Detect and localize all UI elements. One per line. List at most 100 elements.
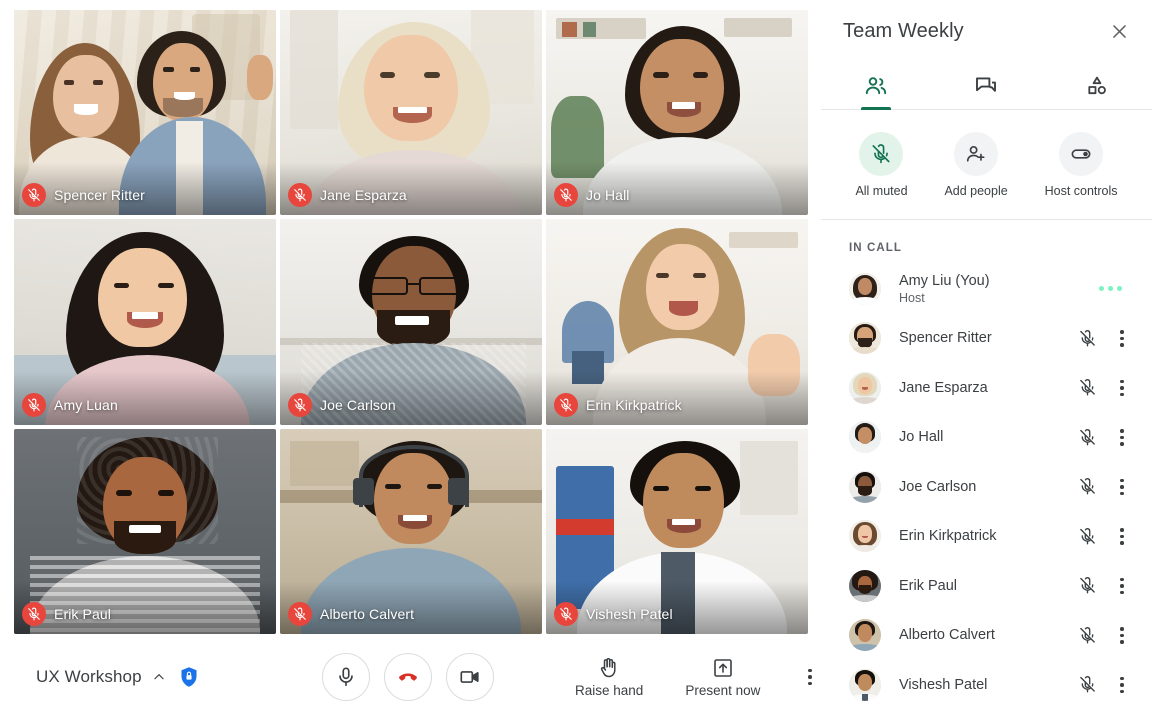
participant-name: Alberto Calvert xyxy=(899,627,995,644)
video-tile[interactable]: Erin Kirkpatrick xyxy=(546,219,808,425)
list-item[interactable]: Joe Carlson xyxy=(821,462,1152,512)
side-panel: Team Weekly All muted Add people Host co… xyxy=(820,0,1152,720)
participant-menu-button[interactable] xyxy=(1110,627,1134,644)
video-tile[interactable]: Vishesh Patel xyxy=(546,428,808,634)
tile-name: Jane Esparza xyxy=(320,187,407,204)
mic-off-icon xyxy=(1079,527,1095,545)
tile-name-chip: Alberto Calvert xyxy=(288,601,414,626)
toggle-icon xyxy=(1071,148,1091,159)
meeting-name-button[interactable]: UX Workshop xyxy=(36,667,166,687)
participant-meta: Joe Carlson xyxy=(899,478,1074,496)
end-call-button[interactable] xyxy=(384,653,432,701)
video-tile[interactable]: Jo Hall xyxy=(546,10,808,216)
quick-actions: All muted Add people Host controls xyxy=(821,110,1152,220)
mic-off-badge-icon xyxy=(288,601,312,626)
video-tile[interactable]: Alberto Calvert xyxy=(280,428,542,634)
list-item[interactable]: Jane Esparza xyxy=(821,363,1152,413)
participant-mute-icon[interactable] xyxy=(1074,477,1100,496)
avatar xyxy=(849,421,881,454)
avatar xyxy=(849,569,881,602)
person-add-icon xyxy=(966,145,985,162)
add-people-label: Add people xyxy=(944,183,1008,198)
participant-menu-button[interactable] xyxy=(1110,330,1134,347)
more-options-button[interactable] xyxy=(802,663,818,692)
tile-name-chip: Erin Kirkpatrick xyxy=(554,392,682,417)
participant-mute-icon[interactable] xyxy=(1074,576,1100,595)
tile-name: Erin Kirkpatrick xyxy=(586,396,682,413)
list-item[interactable]: Amy Liu (You) Host xyxy=(821,264,1152,314)
participant-name: Spencer Ritter xyxy=(899,330,992,347)
video-tile[interactable]: Spencer Ritter xyxy=(14,10,276,216)
list-item[interactable]: Jo Hall xyxy=(821,413,1152,463)
participant-name: Amy Liu (You) xyxy=(899,272,990,289)
add-people-button[interactable]: Add people xyxy=(944,131,1008,198)
list-item[interactable]: Spencer Ritter xyxy=(821,314,1152,364)
mic-off-icon xyxy=(1079,676,1095,693)
tile-name: Jo Hall xyxy=(586,187,630,204)
in-call-section-label: IN CALL xyxy=(849,242,903,254)
participant-menu-button[interactable] xyxy=(1110,478,1134,495)
participant-name: Vishesh Patel xyxy=(899,676,988,693)
people-icon xyxy=(866,76,887,94)
avatar xyxy=(849,520,881,553)
video-tile[interactable]: Amy Luan xyxy=(14,219,276,425)
shield-lock-icon[interactable] xyxy=(180,666,198,688)
mic-button[interactable] xyxy=(322,653,370,701)
add-people-icon-wrap xyxy=(954,131,999,176)
participant-menu-button[interactable] xyxy=(1110,379,1134,396)
list-item[interactable]: Vishesh Patel xyxy=(821,660,1152,710)
list-item[interactable]: Alberto Calvert xyxy=(821,611,1152,661)
participant-menu-button[interactable] xyxy=(1110,577,1134,594)
participant-menu-button[interactable] xyxy=(1110,528,1134,545)
video-tile[interactable]: Erik Paul xyxy=(14,428,276,634)
tab-activities[interactable] xyxy=(1042,62,1152,109)
more-vertical-icon xyxy=(808,668,812,673)
tile-name-chip: Amy Luan xyxy=(22,392,118,417)
mic-off-badge-icon xyxy=(554,601,578,626)
tab-chat[interactable] xyxy=(931,62,1041,109)
all-muted-button[interactable]: All muted xyxy=(855,131,908,198)
present-now-button[interactable]: Present now xyxy=(685,656,760,698)
participant-mute-icon[interactable] xyxy=(1074,527,1100,546)
mic-off-icon xyxy=(1079,478,1095,495)
raise-hand-label: Raise hand xyxy=(575,683,644,698)
raise-hand-button[interactable]: Raise hand xyxy=(575,656,643,698)
panel-title: Team Weekly xyxy=(843,19,964,42)
video-tile[interactable]: Jane Esparza xyxy=(280,10,542,216)
participant-menu-button[interactable] xyxy=(1110,429,1134,446)
participant-name: Jo Hall xyxy=(899,429,944,446)
close-panel-button[interactable] xyxy=(1104,16,1134,46)
list-item[interactable]: Erin Kirkpatrick xyxy=(821,512,1152,562)
close-icon xyxy=(1112,24,1126,38)
participant-meta: Alberto Calvert xyxy=(899,626,1074,644)
participant-meta: Erin Kirkpatrick xyxy=(899,527,1074,545)
participant-menu-button[interactable] xyxy=(1110,676,1134,693)
tile-name-chip: Jo Hall xyxy=(554,183,630,208)
more-vertical-icon xyxy=(1120,429,1124,433)
participant-mute-icon[interactable] xyxy=(1074,675,1100,694)
list-item[interactable]: Erik Paul xyxy=(821,561,1152,611)
participant-mute-icon[interactable] xyxy=(1074,428,1100,447)
host-controls-button[interactable]: Host controls xyxy=(1044,131,1118,198)
mic-off-badge-icon xyxy=(554,392,578,417)
participant-name: Erik Paul xyxy=(899,577,958,594)
participant-mute-icon[interactable] xyxy=(1074,329,1100,348)
mic-off-badge-icon xyxy=(22,392,46,417)
mic-off-icon xyxy=(872,143,891,163)
mic-off-badge-icon xyxy=(288,392,312,417)
participant-mute-icon[interactable] xyxy=(1074,378,1100,397)
mic-off-icon xyxy=(1079,577,1095,594)
participant-meta: Erik Paul xyxy=(899,577,1074,595)
video-tile[interactable]: Joe Carlson xyxy=(280,219,542,425)
participant-mute-icon[interactable] xyxy=(1074,626,1100,645)
tab-people[interactable] xyxy=(821,62,931,109)
mic-icon xyxy=(339,667,353,687)
mic-off-badge-icon xyxy=(22,183,46,208)
camera-button[interactable] xyxy=(446,653,494,701)
raise-hand-icon xyxy=(601,658,616,678)
host-controls-label: Host controls xyxy=(1044,183,1118,198)
all-muted-label: All muted xyxy=(855,183,908,198)
participant-meta: Amy Liu (You) Host xyxy=(899,272,1099,306)
camera-icon xyxy=(460,671,479,683)
chevron-up-icon xyxy=(154,674,164,680)
